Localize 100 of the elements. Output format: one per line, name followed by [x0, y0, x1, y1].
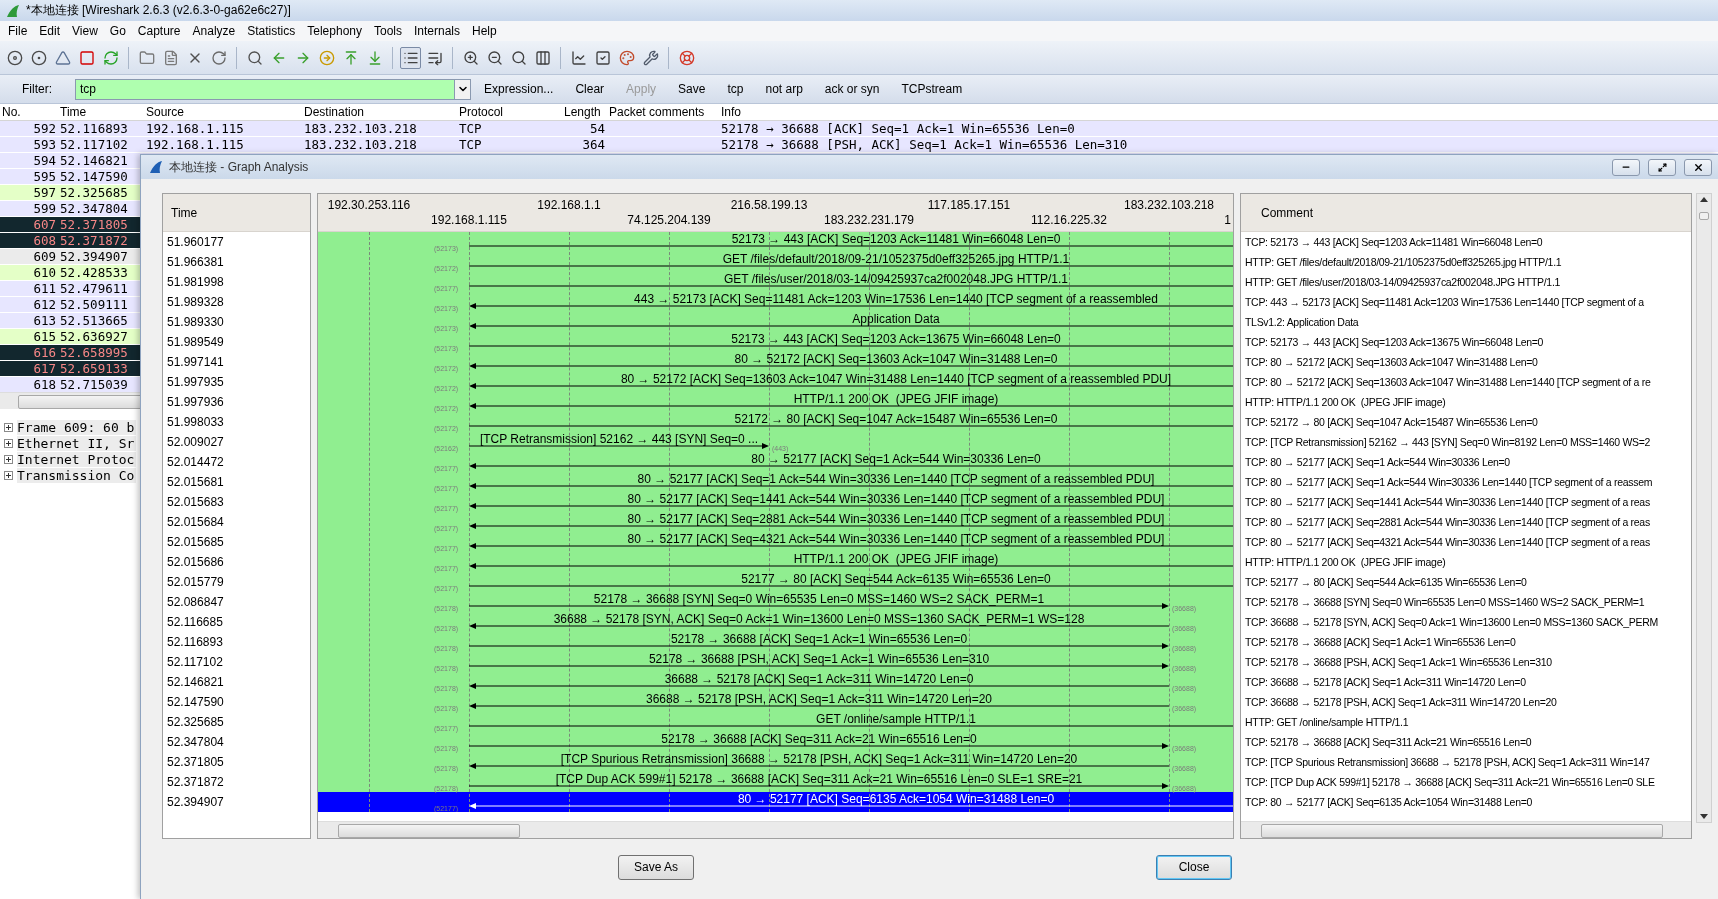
table-cell-text: 612 — [32, 297, 57, 312]
comment-cell: TCP: 80 → 52177 [ACK] Seq=4321 Ack=544 Win=30336 Len=1440 [TCP segment of a reas — [1245, 536, 1650, 548]
message-label: GET /online/sample HTTP/1.1 — [816, 712, 976, 726]
horizontal-scrollbar[interactable] — [0, 392, 140, 409]
table-cell-text: 52178 → 36688 [PSH, ACK] Seq=1 Ack=1 Win=65536 Len=310 — [720, 137, 1129, 152]
time-cell: 51.989330 — [167, 315, 224, 329]
time-cell: 52.014472 — [167, 455, 224, 469]
dialog-button[interactable]: Close — [1156, 854, 1232, 880]
time-cell: 52.325685 — [167, 715, 224, 729]
table-cell-text: 52.509111 — [59, 297, 129, 312]
filter-button[interactable]: tcp — [718, 82, 753, 96]
time-cell: 51.997935 — [167, 375, 224, 389]
filter-button[interactable]: Save — [669, 82, 715, 96]
filter-button[interactable]: TCPstream — [892, 82, 972, 96]
message-label: 80 → 52177 [ACK] Seq=1 Ack=544 Win=30336 Len=0 — [751, 452, 1041, 466]
comment-cell: TCP: 52178 → 36688 [SYN] Seq=0 Win=65535 Len=0 MSS=1460 WS=2 SACK_PERM=1 — [1245, 596, 1645, 608]
column-title[interactable]: Packet comments — [607, 104, 719, 121]
host-address: 192.168.1.115 — [431, 213, 507, 227]
column-title[interactable]: Length — [562, 104, 607, 121]
host-address: 216.58.199.13 — [730, 198, 808, 212]
time-cell: 51.960177 — [167, 235, 224, 249]
folder-icon — [138, 49, 155, 66]
tree-item[interactable]: Frame 609: 60 b — [17, 419, 137, 435]
down-arrow-icon[interactable] — [1700, 814, 1708, 819]
menu-item[interactable]: Go — [103, 24, 132, 38]
message-label: 80 → 52177 [ACK] Seq=6135 Ack=1054 Win=31488 Len=0 — [737, 792, 1055, 806]
comment-cell: HTTP: GET /files/default/2018/09-21/1052375d0eff325265.jpg HTTP/1.1 — [1245, 256, 1562, 268]
packet-row[interactable]: 593 52.117102 192.168.1.115 183.232.103.218 TCP 364 52178 → 36688 [PSH, ACK] Seq=1 Ack=1 Win=65536 Len=310 — [0, 137, 1718, 153]
checkbox-icon — [594, 49, 611, 66]
time-cell: 52.116685 — [167, 615, 223, 629]
horizontal-scrollbar[interactable] — [318, 821, 1233, 838]
column-title[interactable]: No. — [0, 104, 58, 121]
table-cell-text: 52.479611 — [59, 281, 129, 296]
menu-item[interactable]: Tools — [368, 24, 408, 38]
table-cell-text: 52178 → 36688 [ACK] Seq=1 Ack=1 Win=65536 Len=0 — [720, 121, 1076, 136]
comment-cell: TCP: 52178 → 36688 [ACK] Seq=311 Ack=21 Win=65516 Len=0 — [1245, 736, 1532, 748]
tree-item[interactable]: Transmission Co — [17, 467, 137, 483]
host-address: 192.30.253.116 — [327, 198, 411, 212]
expand-icon[interactable] — [4, 470, 13, 480]
column-title[interactable]: Source — [144, 104, 302, 121]
vertical-scrollbar[interactable] — [1696, 193, 1712, 823]
column-title[interactable]: Time — [58, 104, 144, 121]
message-label: [TCP Spurious Retransmission] 36688 → 52178 [PSH, ACK] Seq=1 Ack=311 Win=14720 Len=20 — [560, 752, 1078, 766]
time-cell: 52.347804 — [167, 735, 224, 749]
tree-item[interactable]: Ethernet II, Sr — [17, 435, 137, 451]
menu-item[interactable]: View — [66, 24, 104, 38]
dropdown-button[interactable] — [455, 78, 471, 100]
table-cell-text: 52.659133 — [59, 361, 129, 376]
expand-icon[interactable] — [4, 454, 13, 464]
message-label: 52173 → 443 [ACK] Seq=1203 Ack=13675 Win=66048 Len=0 — [731, 332, 1061, 346]
column-title[interactable]: Destination — [302, 104, 457, 121]
dialog-button[interactable]: Save As — [618, 854, 694, 880]
scrollbar-thumb[interactable] — [1699, 212, 1709, 220]
maximize-button[interactable] — [1648, 158, 1676, 176]
filter-field[interactable]: tcp — [75, 78, 455, 100]
message-label: 80 → 52177 [ACK] Seq=1441 Ack=544 Win=30336 Len=1440 [TCP segment of a reassembled PDU] — [627, 492, 1165, 506]
table-cell-text: 607 — [32, 217, 57, 232]
wrench-icon — [642, 49, 659, 66]
comment-cell: HTTP: HTTP/1.1 200 OK (JPEG JFIF image) — [1245, 396, 1446, 408]
host-address: 1 — [1224, 213, 1231, 227]
menu-item[interactable]: Help — [466, 24, 503, 38]
expand-icon[interactable] — [4, 438, 13, 448]
filter-button[interactable]: Expression... — [475, 82, 563, 96]
menu-item[interactable]: Statistics — [241, 24, 302, 38]
filter-button[interactable]: not arp — [756, 82, 812, 96]
column-title[interactable]: Info — [719, 104, 1718, 121]
table-cell-text: 599 — [32, 201, 57, 216]
expand-icon[interactable] — [4, 422, 13, 432]
filter-button[interactable]: ack or syn — [815, 82, 889, 96]
toolbar-button[interactable] — [400, 46, 421, 69]
message-label: Application Data — [852, 312, 940, 326]
time-cell: 52.116893 — [167, 635, 223, 649]
horizontal-scrollbar[interactable] — [1241, 821, 1691, 838]
tree-item[interactable]: Internet Protoc — [17, 451, 137, 467]
menu-item[interactable]: Edit — [33, 24, 67, 38]
table-cell-text: 52.394907 — [59, 249, 129, 264]
menu-item[interactable]: File — [2, 24, 34, 38]
message-label: 80 → 52177 [ACK] Seq=1 Ack=544 Win=30336 Len=1440 [TCP segment of a reassembled PDU] — [637, 472, 1155, 486]
filter-button[interactable]: Clear — [566, 82, 614, 96]
column-title[interactable]: Protocol — [457, 104, 562, 121]
comment-cell: TCP: [TCP Spurious Retransmission] 36688 → 52178 [PSH, ACK] Seq=1 Ack=311 Win=147 — [1245, 756, 1650, 768]
table-cell-text: 617 — [32, 361, 57, 376]
message-label: 80 → 52177 [ACK] Seq=2881 Ack=544 Win=30336 Len=1440 [TCP segment of a reassembled PDU] — [627, 512, 1165, 526]
time-cell: 52.015681 — [167, 475, 224, 489]
table-cell-text: 592 — [32, 121, 57, 136]
message-label: GET /files/user/2018/03-14/09425937ca2f002048.JPG HTTP/1.1 — [724, 272, 1068, 286]
menu-item[interactable]: Analyze — [186, 24, 242, 38]
menu-item[interactable]: Capture — [131, 24, 187, 38]
minimize-button[interactable] — [1612, 158, 1640, 176]
table-cell-text: 52.513665 — [59, 313, 129, 328]
message-label: 52178 → 36688 [ACK] Seq=1 Ack=1 Win=65536 Len=0 — [670, 632, 968, 646]
time-cell: 51.997141 — [167, 355, 224, 369]
table-cell-text: 610 — [32, 265, 57, 280]
up-arrow-icon[interactable] — [1700, 197, 1708, 202]
packet-row[interactable]: 592 52.116893 192.168.1.115 183.232.103.218 TCP 54 52178 → 36688 [ACK] Seq=1 Ack=1 Win=65536 Len=0 — [0, 121, 1718, 137]
close-button[interactable] — [1684, 158, 1712, 176]
menu-item[interactable]: Telephony — [301, 24, 368, 38]
message-label: 36688 → 52178 [SYN, ACK] Seq=0 Ack=1 Win=13600 Len=0 MSS=1360 SACK_PERM=1 WS=128 — [553, 612, 1085, 626]
close-icon — [1692, 161, 1704, 173]
menu-item[interactable]: Internals — [408, 24, 467, 38]
